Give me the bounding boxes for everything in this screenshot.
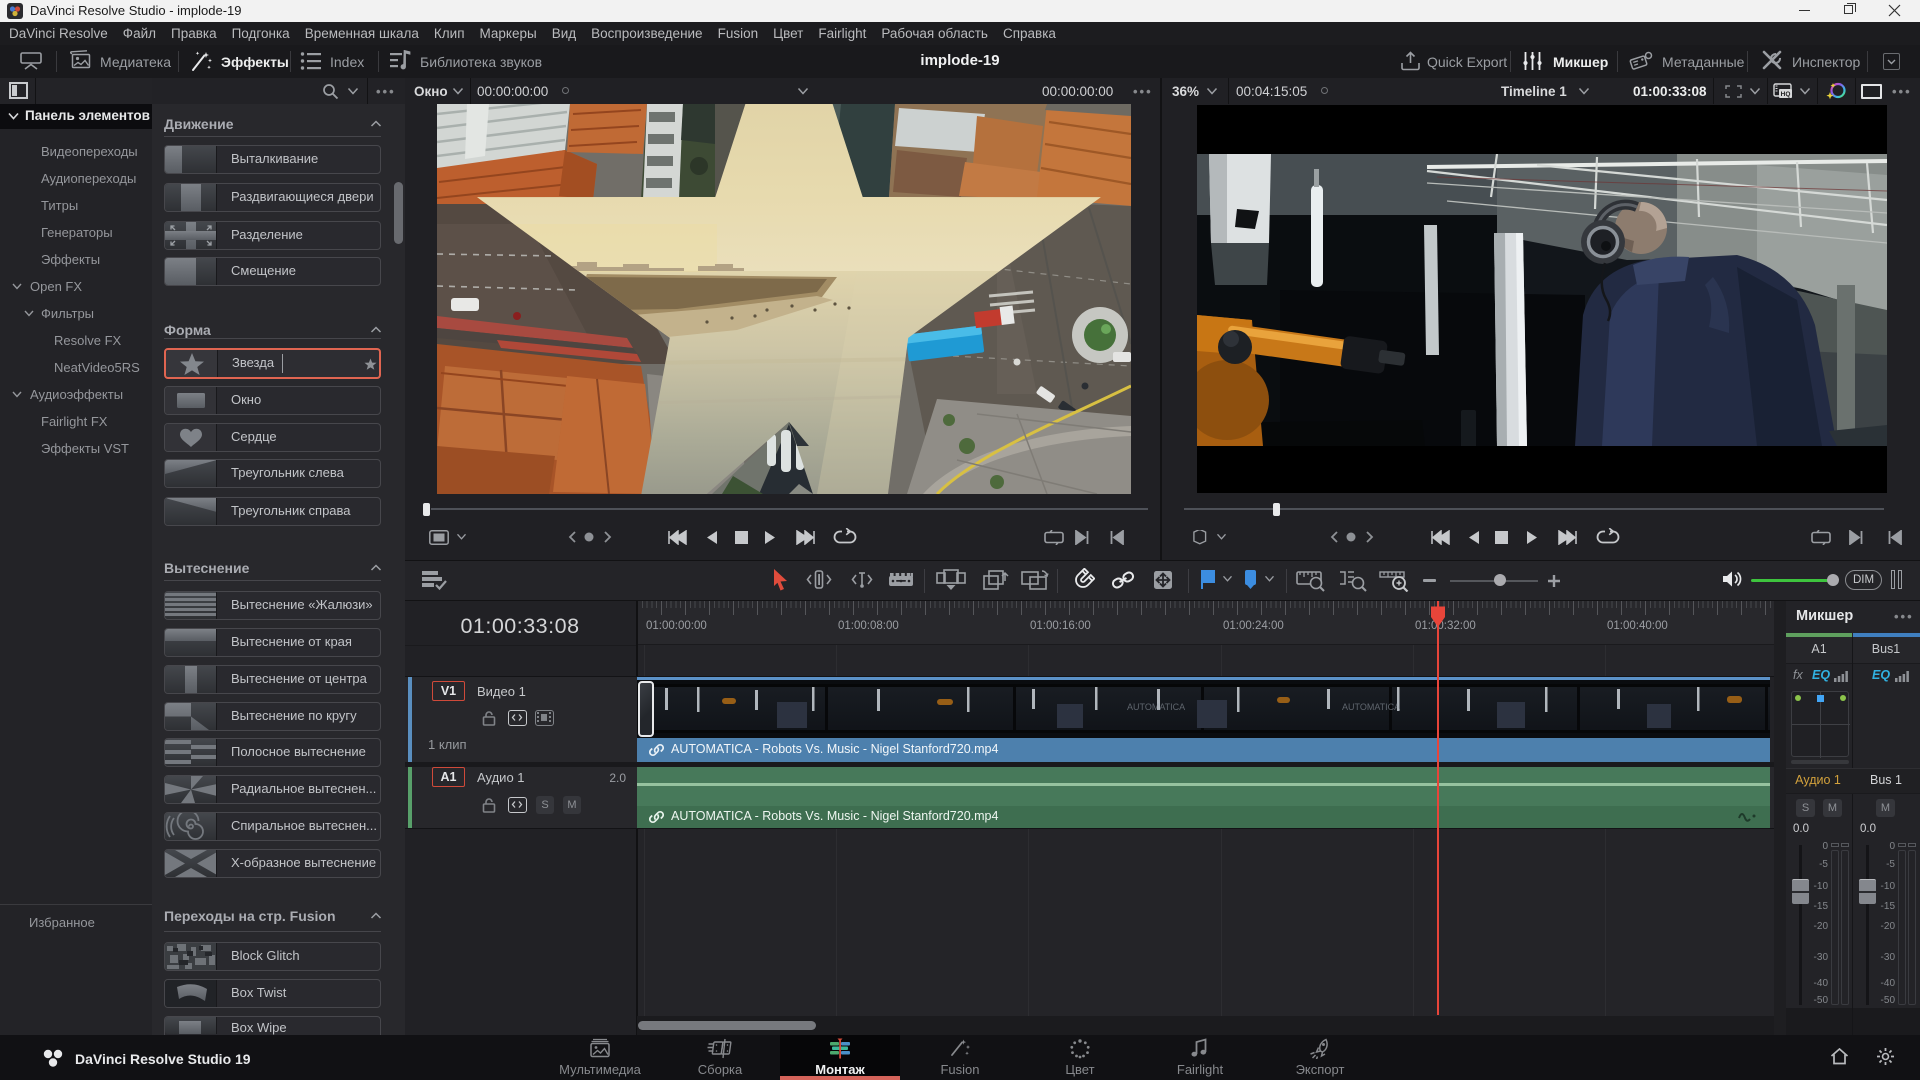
svg-text:AUTOMATICA: AUTOMATICA xyxy=(1342,702,1400,712)
svg-text:HQ: HQ xyxy=(1781,91,1791,98)
svg-text:AUTOMATICA: AUTOMATICA xyxy=(1127,702,1185,712)
